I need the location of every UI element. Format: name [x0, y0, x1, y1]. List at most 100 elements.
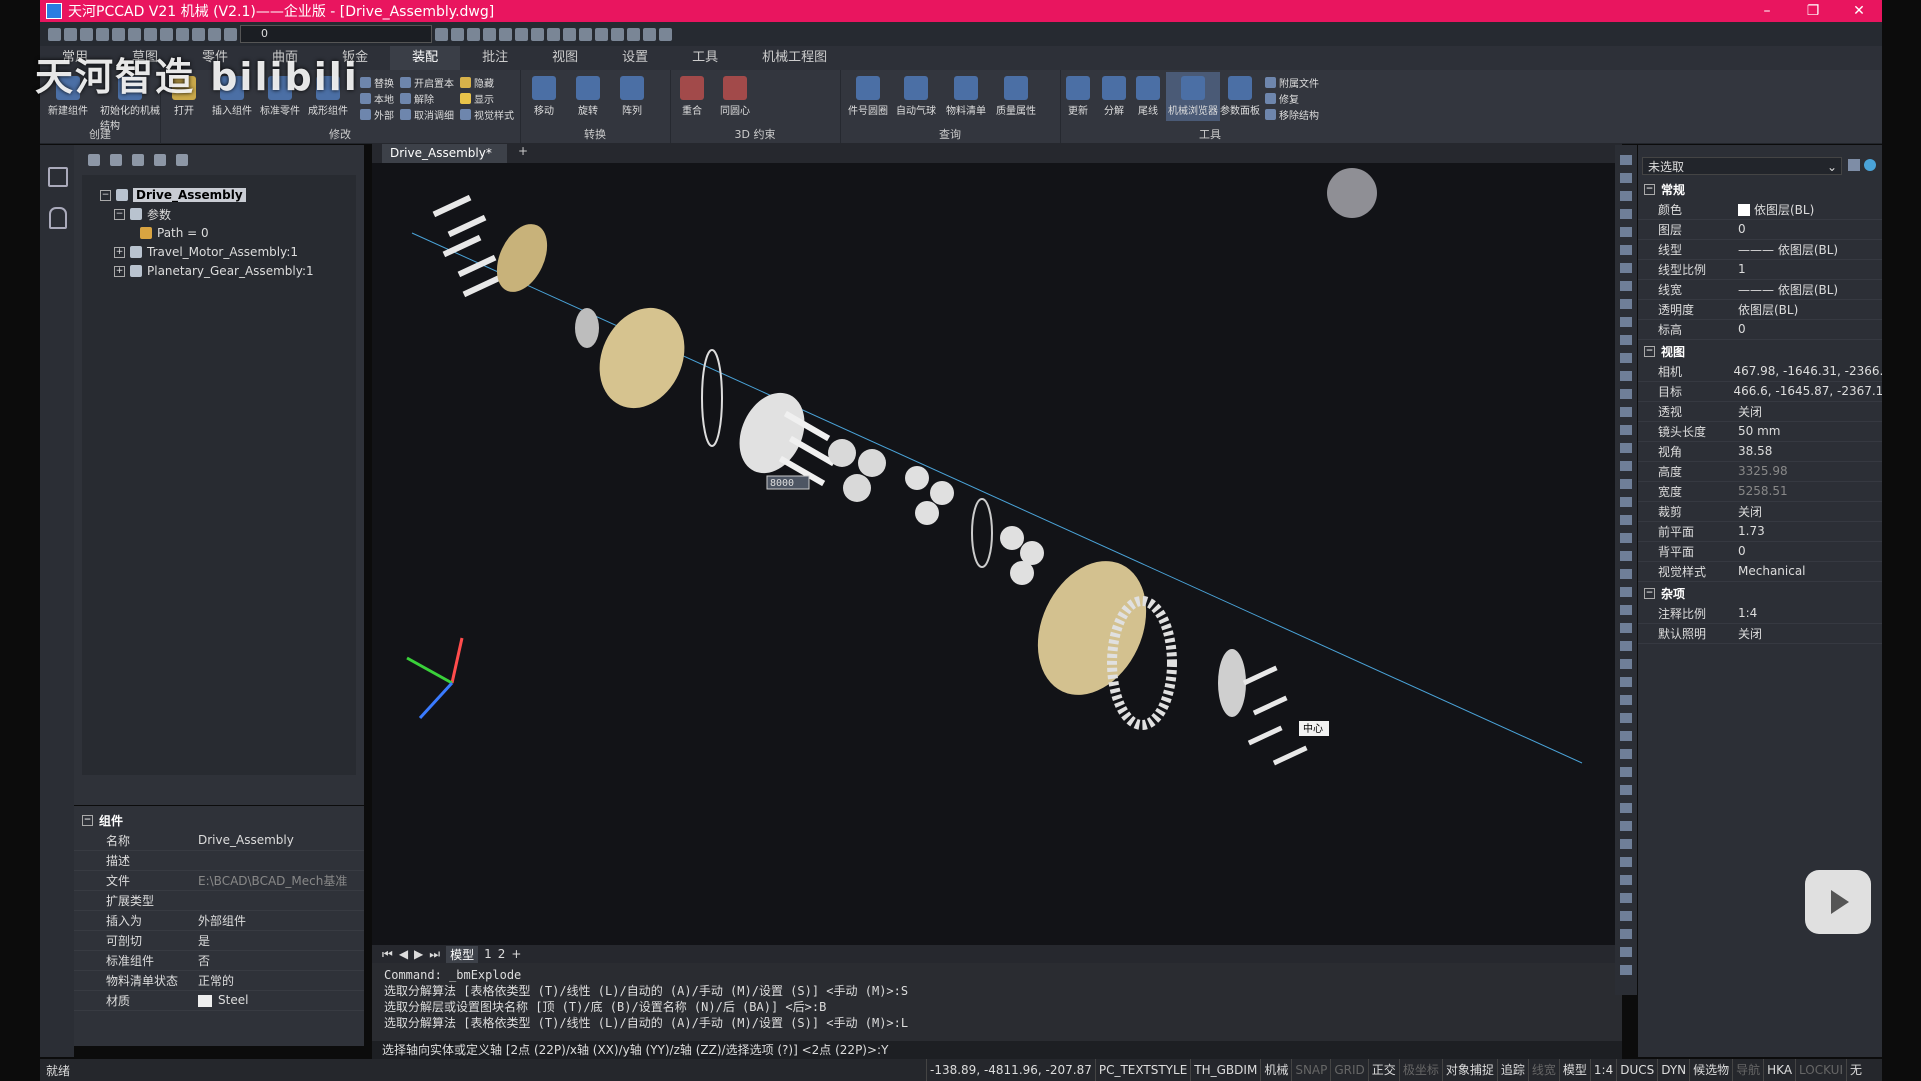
prop-row-desc[interactable]: 描述	[74, 850, 364, 871]
layer-lock-icon[interactable]	[224, 27, 237, 41]
prop-elevation[interactable]: 标高 0	[1638, 319, 1882, 340]
filter-icon[interactable]	[1848, 159, 1860, 171]
eraser-icon[interactable]	[595, 27, 608, 41]
minimize-button[interactable]: –	[1744, 3, 1790, 19]
prop-row-file[interactable]: 文件 E:\BCAD\BCAD_Mech基准	[74, 870, 364, 891]
expand-icon[interactable]: +	[114, 265, 125, 277]
plot-icon[interactable]	[144, 27, 157, 41]
print-icon[interactable]	[112, 27, 125, 41]
prop-value[interactable]: 38.58	[1738, 444, 1772, 458]
tab-settings[interactable]: 设置	[600, 46, 670, 70]
hide-button[interactable]: 隐藏	[460, 74, 494, 90]
tab-tools[interactable]: 工具	[670, 46, 740, 70]
status-otrack[interactable]: 追踪	[1496, 1059, 1528, 1081]
command-history[interactable]: Command: _bmExplode 选取分解算法 [表格依类型 (T)/线性…	[372, 963, 1622, 1041]
tree-node-params[interactable]: − 参数	[114, 205, 171, 223]
tree-filter-icon[interactable]	[110, 154, 122, 166]
layer-on-icon[interactable]	[192, 27, 205, 41]
prop-layer[interactable]: 图层 0	[1638, 219, 1882, 240]
app-icon[interactable]	[46, 3, 62, 19]
view-cube-icon[interactable]	[515, 27, 528, 41]
view-shade-icon[interactable]	[531, 27, 544, 41]
prop-value[interactable]: 关闭	[1738, 625, 1762, 642]
prop-lens-length[interactable]: 镜头长度 50 mm	[1638, 421, 1882, 442]
attach-file-button[interactable]: 附属文件	[1265, 74, 1319, 90]
section-misc[interactable]: − 杂项	[1638, 583, 1882, 603]
tab-layout-2[interactable]: 2	[498, 947, 506, 961]
new-file-icon[interactable]	[48, 27, 61, 41]
remove-structure-button[interactable]: 移除结构	[1265, 106, 1319, 122]
tree-root-node[interactable]: − Drive_Assembly	[100, 186, 246, 204]
prop-linetype-scale[interactable]: 线型比例 1	[1638, 259, 1882, 280]
coincident-button[interactable]: 重合	[680, 76, 704, 117]
prop-row-sectionable[interactable]: 可剖切 是	[74, 930, 364, 951]
add-layout-button[interactable]: +	[511, 947, 521, 961]
tab-annotate[interactable]: 批注	[460, 46, 530, 70]
view-render-icon[interactable]	[547, 27, 560, 41]
prop-value[interactable]: 正常的	[198, 972, 234, 989]
cancel-tune-button[interactable]: 取消调细	[400, 106, 454, 122]
status-scale[interactable]: 1:4	[1589, 1059, 1616, 1081]
status-none[interactable]: 无	[1846, 1059, 1865, 1081]
section-view[interactable]: − 视图	[1638, 341, 1882, 361]
next-layout-icon[interactable]: ▶	[414, 947, 423, 961]
prop-camera[interactable]: 相机 467.98, -1646.31, -2366.2	[1638, 361, 1882, 382]
prop-height[interactable]: 高度 3325.98	[1638, 461, 1882, 482]
tree-view-icon[interactable]	[88, 154, 100, 166]
selection-dropdown[interactable]: 未选取 ⌄	[1642, 157, 1842, 175]
view-hide-icon[interactable]	[563, 27, 576, 41]
release-button[interactable]: 解除	[400, 90, 434, 106]
status-hka[interactable]: HKA	[1763, 1059, 1795, 1081]
prop-value[interactable]: 0	[1738, 544, 1746, 558]
prop-default-lighting[interactable]: 默认照明 关闭	[1638, 623, 1882, 644]
settings-icon[interactable]	[611, 27, 624, 41]
prev-layout-icon[interactable]: ◀	[399, 947, 408, 961]
balloon-button[interactable]: 件号圆圈	[848, 76, 888, 117]
status-workspace[interactable]: 机械	[1260, 1059, 1291, 1081]
component-section-header[interactable]: − 组件	[74, 810, 364, 830]
layer-tool-icon[interactable]	[467, 27, 480, 41]
view-navigator-icon[interactable]	[1327, 168, 1377, 218]
prop-lineweight[interactable]: 线宽 ——— 依图层(BL)	[1638, 279, 1882, 300]
prop-field-of-view[interactable]: 视角 38.58	[1638, 441, 1882, 462]
prop-value[interactable]: ——— 依图层(BL)	[1738, 281, 1838, 298]
prop-color[interactable]: 颜色 依图层(BL)	[1638, 199, 1882, 220]
prop-row-insert-as[interactable]: 插入为 外部组件	[74, 910, 364, 931]
status-dimstyle[interactable]: TH_GBDIM	[1190, 1059, 1260, 1081]
prop-value[interactable]: 0	[1738, 322, 1746, 336]
prop-row-name[interactable]: 名称 Drive_Assembly	[74, 830, 364, 851]
prop-value-color[interactable]: 依图层(BL)	[1738, 201, 1814, 218]
expand-icon[interactable]: +	[114, 246, 125, 258]
calc-icon[interactable]	[579, 27, 592, 41]
command-input[interactable]: 选择轴向实体或定义轴 [2点 (22P)/x轴 (XX)/y轴 (YY)/z轴 …	[372, 1041, 1622, 1059]
prop-value[interactable]: 关闭	[1738, 503, 1762, 520]
save-as-icon[interactable]	[96, 27, 109, 41]
prop-target[interactable]: 目标 466.6, -1645.87, -2367.16	[1638, 381, 1882, 402]
model-viewport[interactable]: 8000 中心	[372, 163, 1622, 945]
prop-front-plane[interactable]: 前平面 1.73	[1638, 521, 1882, 542]
prop-value[interactable]: 是	[198, 932, 210, 949]
document-tab[interactable]: Drive_Assembly* ✕	[382, 144, 507, 179]
array-button[interactable]: 阵列	[620, 76, 644, 117]
restore-button[interactable]: ❐	[1790, 3, 1836, 19]
match-prop-icon[interactable]	[435, 27, 448, 41]
status-nav[interactable]: 导航	[1732, 1059, 1763, 1081]
mass-props-button[interactable]: 质量属性	[996, 76, 1036, 117]
open-file-icon[interactable]	[64, 27, 77, 41]
collapse-icon[interactable]: −	[1644, 345, 1655, 357]
help-icon[interactable]	[659, 27, 672, 41]
tree-node-planetary-gear[interactable]: + Planetary_Gear_Assembly:1	[114, 262, 314, 280]
prop-value[interactable]: 467.98, -1646.31, -2366.2	[1733, 364, 1882, 378]
prop-annotation-scale[interactable]: 注释比例 1:4	[1638, 603, 1882, 624]
prop-value[interactable]: 50 mm	[1738, 424, 1780, 438]
prop-value[interactable]: E:\BCAD\BCAD_Mech基准	[198, 872, 347, 889]
prop-row-standard[interactable]: 标准组件 否	[74, 950, 364, 971]
save-icon[interactable]	[80, 27, 93, 41]
prop-value[interactable]: 0	[1738, 222, 1746, 236]
layer-walk-icon[interactable]	[499, 27, 512, 41]
prop-back-plane[interactable]: 背平面 0	[1638, 541, 1882, 562]
tool-icons[interactable]	[1620, 155, 1632, 975]
prop-value[interactable]: 1.73	[1738, 524, 1765, 538]
explode-button[interactable]: 分解	[1102, 76, 1126, 117]
prop-value[interactable]: 1:4	[1738, 606, 1757, 620]
